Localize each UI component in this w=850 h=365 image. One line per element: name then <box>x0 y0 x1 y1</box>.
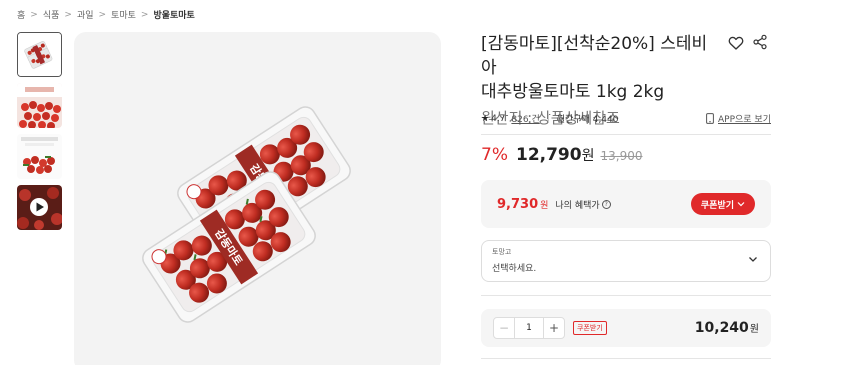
discount-rate: 7% <box>481 145 508 165</box>
review-count-link[interactable]: 826 건 <box>511 112 539 125</box>
thumbnail-video-image <box>17 185 62 230</box>
decrease-quantity-button[interactable]: − <box>494 318 514 338</box>
share-icon[interactable] <box>752 34 768 50</box>
breadcrumb-fruit[interactable]: 과일 <box>77 8 94 21</box>
coupon-tag[interactable]: 쿠폰받기 <box>573 321 607 335</box>
rating-score: 4.7 <box>491 113 506 124</box>
breadcrumb-cherry-tomato[interactable]: 방울토마토 <box>153 8 194 21</box>
price-row: 7% 12,790 원 13,900 <box>481 145 642 165</box>
chevron-right-icon: > <box>98 9 107 20</box>
chevron-right-icon: > <box>64 9 72 20</box>
chevron-down-icon <box>737 202 745 207</box>
chevron-right-icon: > <box>140 9 149 20</box>
option-select[interactable]: 토망고 선택하세요. <box>481 240 771 282</box>
benefit-price: 9,730 <box>497 196 539 212</box>
star-icon: ★ <box>481 113 490 124</box>
option-label: 토망고 <box>492 248 512 256</box>
product-photo: 감동마토 감동마토 <box>142 106 351 323</box>
thumbnail-product-image <box>18 33 61 76</box>
chevron-down-icon <box>749 257 757 262</box>
product-info: [감동마토][선착순20%] 스테비아 대추방울토마토 1kg 2kg 원산지 … <box>481 32 771 359</box>
thumbnail-product-image <box>17 83 62 128</box>
app-view-label: APP으로 보기 <box>718 115 771 125</box>
divider <box>547 114 549 123</box>
thumbnail-product-image <box>17 134 62 179</box>
thumbnail-3[interactable] <box>17 134 62 179</box>
original-price: 13,900 <box>600 149 643 163</box>
get-coupon-label: 쿠폰받기 <box>700 200 734 211</box>
benefit-currency: 원 <box>540 200 549 211</box>
total-price-value: 10,240 <box>694 320 749 336</box>
monthly-purchase: 월간구매 4,440 <box>556 115 619 125</box>
chevron-right-icon: > <box>30 9 38 20</box>
option-placeholder: 선택하세요. <box>492 264 537 274</box>
divider <box>481 295 771 296</box>
thumbnail-2[interactable] <box>17 83 62 128</box>
benefit-box: 9,730 원 나의 혜택가 ? 쿠폰받기 <box>481 180 771 228</box>
app-view-link[interactable]: APP으로 보기 <box>706 112 771 125</box>
divider <box>481 134 771 135</box>
breadcrumb-tomato[interactable]: 토마토 <box>111 8 136 21</box>
quantity-value[interactable]: 1 <box>514 318 544 338</box>
breadcrumb-home[interactable]: 홈 <box>17 8 25 21</box>
breadcrumb-food[interactable]: 식품 <box>43 8 60 21</box>
rating-row: ★ 4.7 826 건 월간구매 4,440 APP으로 보기 <box>481 112 771 125</box>
thumbnail-1[interactable] <box>17 32 62 77</box>
quantity-box: − 1 + 쿠폰받기 10,240 원 <box>481 309 771 347</box>
divider <box>481 358 771 359</box>
product-title-line2: 대추방울토마토 1kg 2kg <box>481 82 665 102</box>
sale-price: 12,790 <box>515 145 582 165</box>
currency-label: 원 <box>581 148 595 164</box>
heart-outline-icon[interactable] <box>727 34 745 52</box>
quantity-stepper: − 1 + <box>493 317 565 339</box>
main-product-image[interactable]: 감동마토 감동마토 <box>74 32 441 365</box>
product-title: [감동마토][선착순20%] 스테비아 대추방울토마토 1kg 2kg <box>481 32 721 104</box>
thumbnail-video[interactable] <box>17 185 62 230</box>
mobile-phone-icon <box>706 113 714 124</box>
get-coupon-button[interactable]: 쿠폰받기 <box>690 193 755 215</box>
question-circle-icon[interactable]: ? <box>601 199 611 209</box>
product-title-line1: [감동마토][선착순20%] 스테비아 <box>481 34 708 78</box>
increase-quantity-button[interactable]: + <box>544 318 564 338</box>
thumbnail-list <box>17 32 63 236</box>
total-price: 10,240 원 <box>695 320 759 336</box>
total-currency: 원 <box>749 324 759 335</box>
benefit-label: 나의 혜택가 <box>555 200 600 211</box>
breadcrumb: 홈 > 식품 > 과일 > 토마토 > 방울토마토 <box>17 8 195 22</box>
